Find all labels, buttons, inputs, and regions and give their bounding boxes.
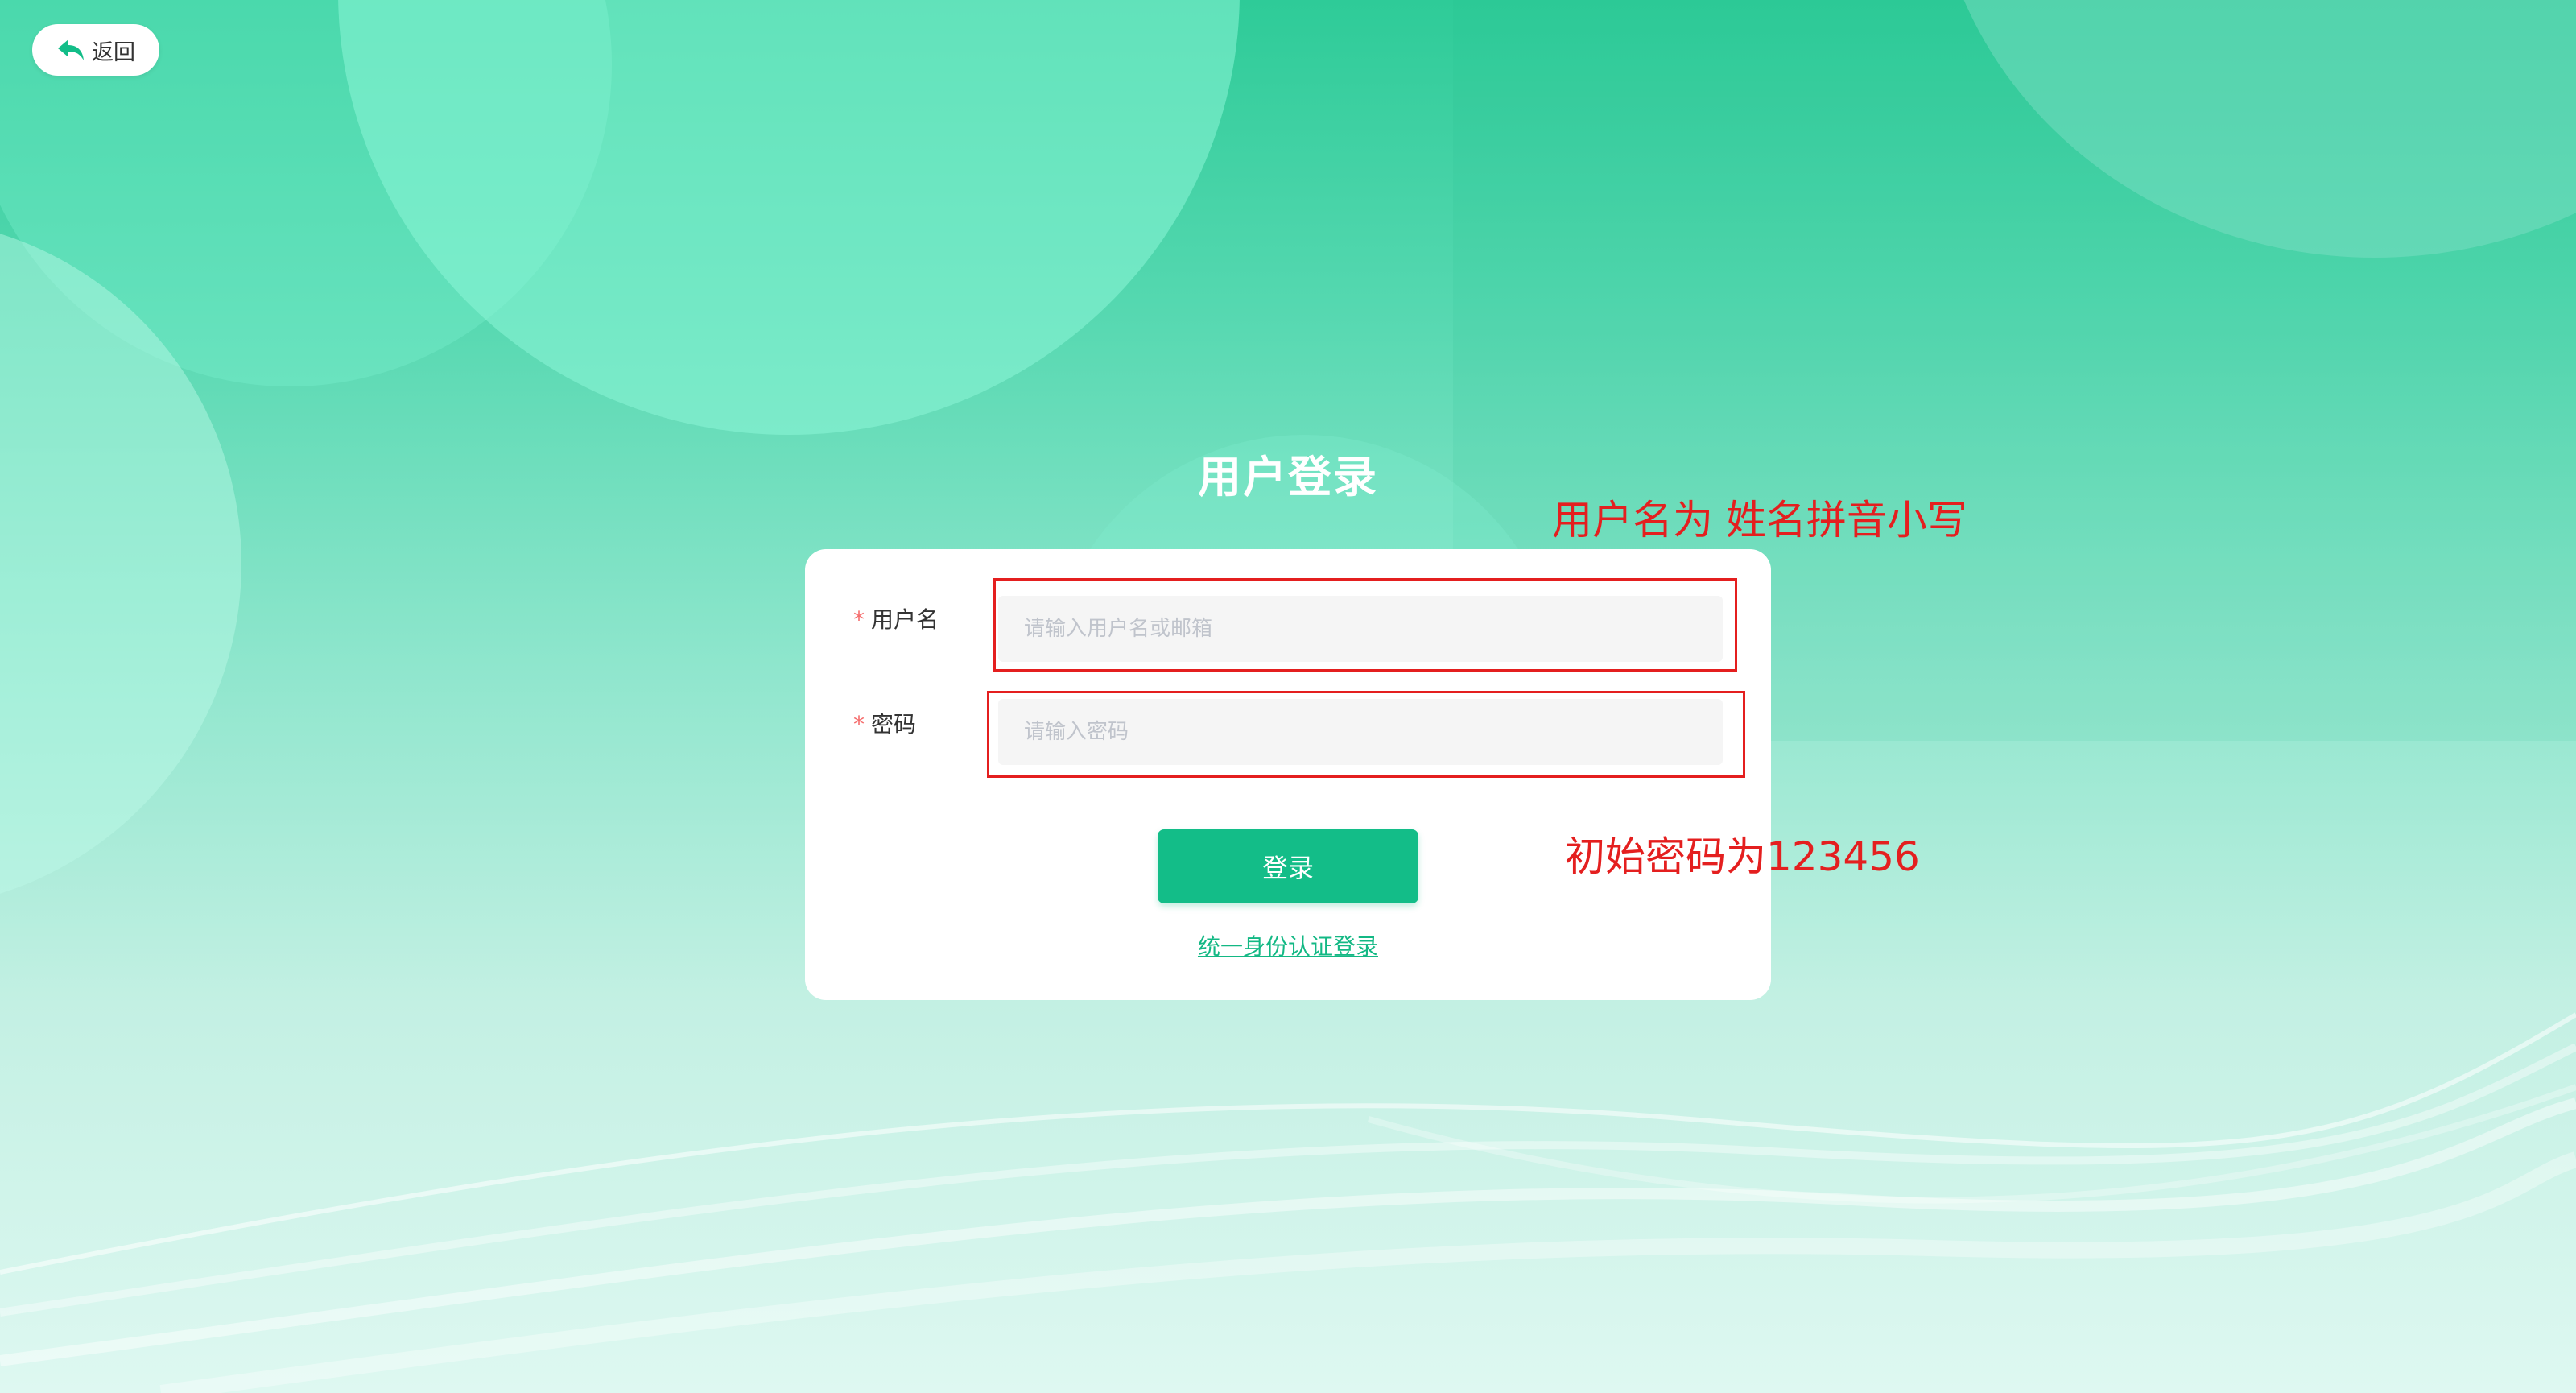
- password-annotation: 初始密码为123456: [1565, 833, 1920, 880]
- login-button[interactable]: 登录: [1158, 829, 1418, 903]
- page-title: 用户登录: [1198, 452, 1378, 502]
- username-annotation: 用户名为 姓名拼音小写: [1552, 497, 1967, 544]
- back-button[interactable]: 返回: [32, 24, 159, 76]
- username-label: * 用户名: [853, 602, 939, 634]
- background-circle: [338, 0, 1240, 435]
- username-label-text: 用户名: [871, 606, 939, 633]
- reply-arrow-icon: [58, 39, 84, 60]
- password-label: * 密码: [853, 707, 916, 739]
- back-button-label: 返回: [92, 39, 135, 65]
- password-label-text: 密码: [871, 711, 917, 738]
- username-highlight-box: [993, 578, 1737, 672]
- required-mark: *: [853, 711, 865, 738]
- password-highlight-box: [987, 691, 1745, 778]
- sso-login-link[interactable]: 统一身份认证登录: [1127, 929, 1449, 961]
- required-mark: *: [853, 606, 865, 633]
